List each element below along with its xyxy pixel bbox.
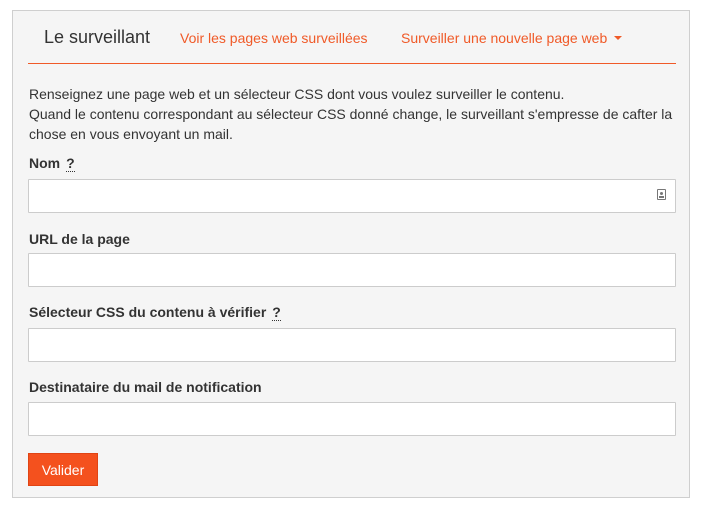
selector-input[interactable] <box>28 328 676 362</box>
name-input[interactable] <box>28 179 676 213</box>
main-panel: Le surveillant Voir les pages web survei… <box>12 10 690 498</box>
nav-dropdown-new-page-label: Surveiller une nouvelle page web <box>401 30 608 46</box>
intro-text: Renseignez une page web et un sélecteur … <box>29 84 679 144</box>
contact-card-icon[interactable] <box>657 189 666 200</box>
url-input[interactable] <box>28 253 676 287</box>
navbar: Le surveillant Voir les pages web survei… <box>28 11 676 64</box>
nav-link-watched-pages-label: Voir les pages web surveillées <box>180 30 368 46</box>
recipient-label: Destinataire du mail de notification <box>29 378 262 396</box>
nav-dropdown-new-page[interactable]: Surveiller une nouvelle page web <box>401 29 623 47</box>
name-label: Nom? <box>29 154 75 172</box>
name-field-wrap <box>28 179 676 213</box>
caret-down-icon <box>614 36 623 41</box>
recipient-input[interactable] <box>28 402 676 436</box>
brand-title[interactable]: Le surveillant <box>44 26 150 48</box>
nav-link-watched-pages[interactable]: Voir les pages web surveillées <box>180 29 368 47</box>
submit-button[interactable]: Valider <box>28 453 98 486</box>
intro-line-1: Renseignez une page web et un sélecteur … <box>29 86 565 102</box>
url-label-text: URL de la page <box>29 231 130 247</box>
selector-label: Sélecteur CSS du contenu à vérifier? <box>29 303 281 321</box>
recipient-label-text: Destinataire du mail de notification <box>29 379 262 395</box>
intro-line-2: Quand le contenu correspondant au sélect… <box>29 106 673 142</box>
selector-label-text: Sélecteur CSS du contenu à vérifier <box>29 304 267 320</box>
name-help-tooltip[interactable]: ? <box>66 155 75 172</box>
selector-help-tooltip[interactable]: ? <box>272 304 281 321</box>
name-label-text: Nom <box>29 155 61 171</box>
url-label: URL de la page <box>29 230 130 248</box>
